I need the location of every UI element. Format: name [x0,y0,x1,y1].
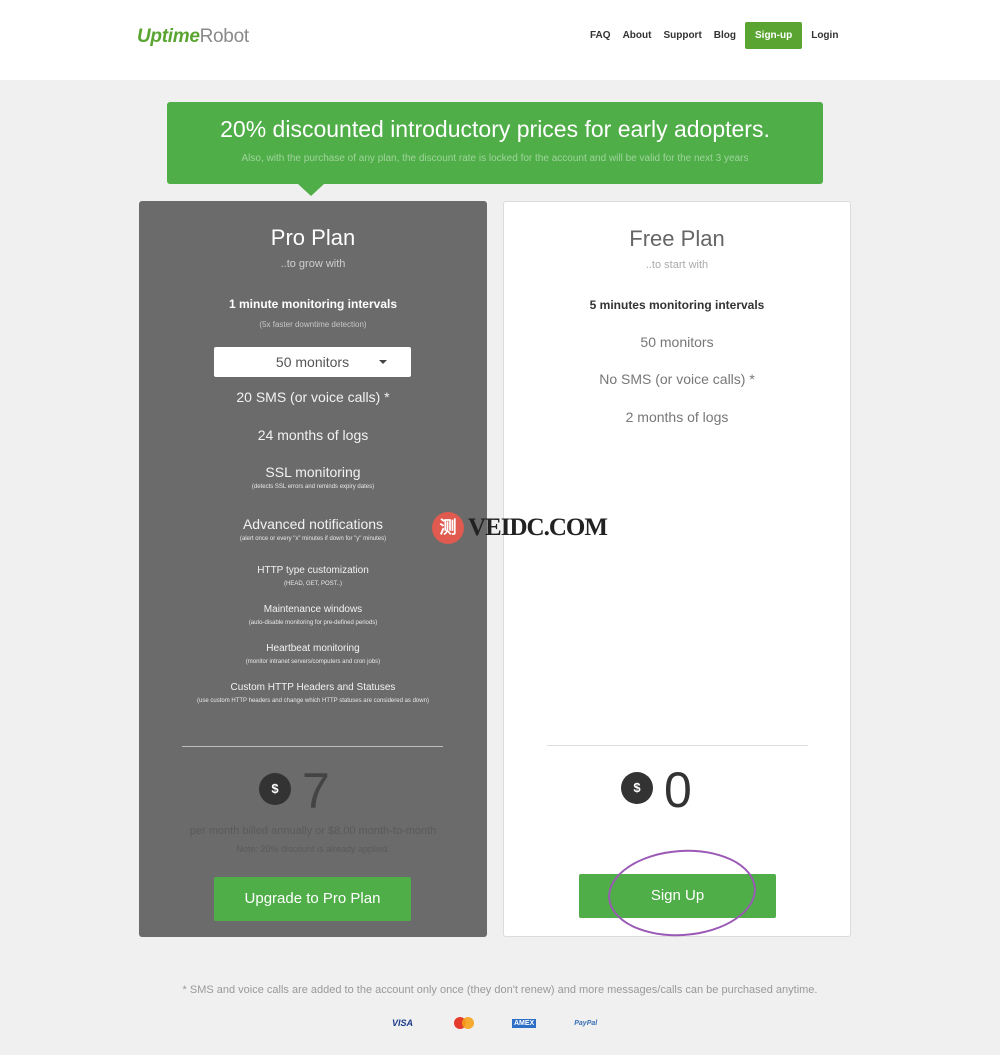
chevron-down-icon [379,360,387,364]
pro-maintenance-note: (auto-disable monitoring for pre-defined… [248,620,378,626]
pro-price: 7 [302,763,330,819]
pro-interval-note: (5x faster downtime detection) [259,320,367,329]
promo-banner: 20% discounted introductory prices for e… [167,102,823,184]
pro-sms: 20 SMS (or voice calls) * [236,389,390,405]
free-sms: No SMS (or voice calls) * [599,371,755,387]
upgrade-pro-button[interactable]: Upgrade to Pro Plan [214,877,411,921]
pro-plan-card: Pro Plan ..to grow with 1 minute monitor… [139,201,487,937]
free-monitors: 50 monitors [640,334,714,350]
payment-methods: VISA AMEX PayPal [392,1015,597,1031]
main-nav: FAQ About Support Blog Sign-up Login [584,22,844,49]
pro-discount-note: Note: 20% discount is already applied. [236,844,390,854]
free-plan-card: Free Plan ..to start with 5 minutes moni… [503,201,851,937]
free-interval: 5 minutes monitoring intervals [589,298,765,312]
nav-login-link[interactable]: Login [805,22,844,49]
top-header: UptimeRobot FAQ About Support Blog Sign-… [0,0,1000,80]
monitors-select[interactable]: 50 monitors [214,347,411,377]
pro-plan-title: Pro Plan [270,225,356,250]
pro-interval: 1 minute monitoring intervals [228,297,398,311]
pro-plan-subtitle: ..to grow with [280,258,346,270]
pro-heartbeat-note: (monitor intranet servers/computers and … [245,659,381,665]
free-plan-subtitle: ..to start with [645,259,709,271]
amex-icon: AMEX [512,1018,537,1028]
logo-main-text: Uptime [137,26,200,47]
nav-faq-link[interactable]: FAQ [584,22,617,49]
sms-footnote: * SMS and voice calls are added to the a… [182,984,818,996]
pro-ssl: SSL monitoring [265,464,361,480]
dollar-icon: $ [621,772,653,804]
nav-blog-link[interactable]: Blog [708,22,742,49]
pro-heartbeat: Heartbeat monitoring [266,643,360,654]
watermark-text: VEIDC.COM [468,514,608,541]
pro-headers: Custom HTTP Headers and Statuses [230,682,396,693]
pro-price-note: per month billed annually or $8.00 month… [189,825,437,837]
monitors-select-value: 50 monitors [275,354,350,370]
watermark: 测 VEIDC.COM [432,512,608,544]
nav-signup-button[interactable]: Sign-up [745,22,803,49]
free-divider [547,745,808,746]
pro-maintenance: Maintenance windows [263,604,363,615]
dollar-icon: $ [259,773,291,805]
pro-logs: 24 months of logs [257,427,369,443]
pro-ssl-note: (detects SSL errors and reminds expiry d… [251,484,375,490]
pro-divider [182,746,443,747]
promo-title: 20% discounted introductory prices for e… [220,116,770,142]
promo-pointer-arrow [298,184,324,196]
free-plan-title: Free Plan [629,226,725,251]
visa-icon: VISA [392,1018,414,1028]
pro-http: HTTP type customization [257,565,369,576]
mastercard-icon [454,1016,512,1030]
paypal-icon: PayPal [574,1019,598,1027]
free-logs: 2 months of logs [625,409,729,425]
pro-http-note: (HEAD, GET, POST..) [283,581,342,587]
nav-support-link[interactable]: Support [657,22,707,49]
uptimerobot-logo[interactable]: UptimeRobot [137,26,249,48]
promo-subtitle: Also, with the purchase of any plan, the… [241,153,749,164]
pro-headers-note: (use custom HTTP headers and change whic… [197,698,429,704]
watermark-badge-icon: 测 [432,512,464,544]
logo-accent-text: Robot [199,26,250,47]
free-price: 0 [664,762,692,818]
nav-about-link[interactable]: About [617,22,658,49]
